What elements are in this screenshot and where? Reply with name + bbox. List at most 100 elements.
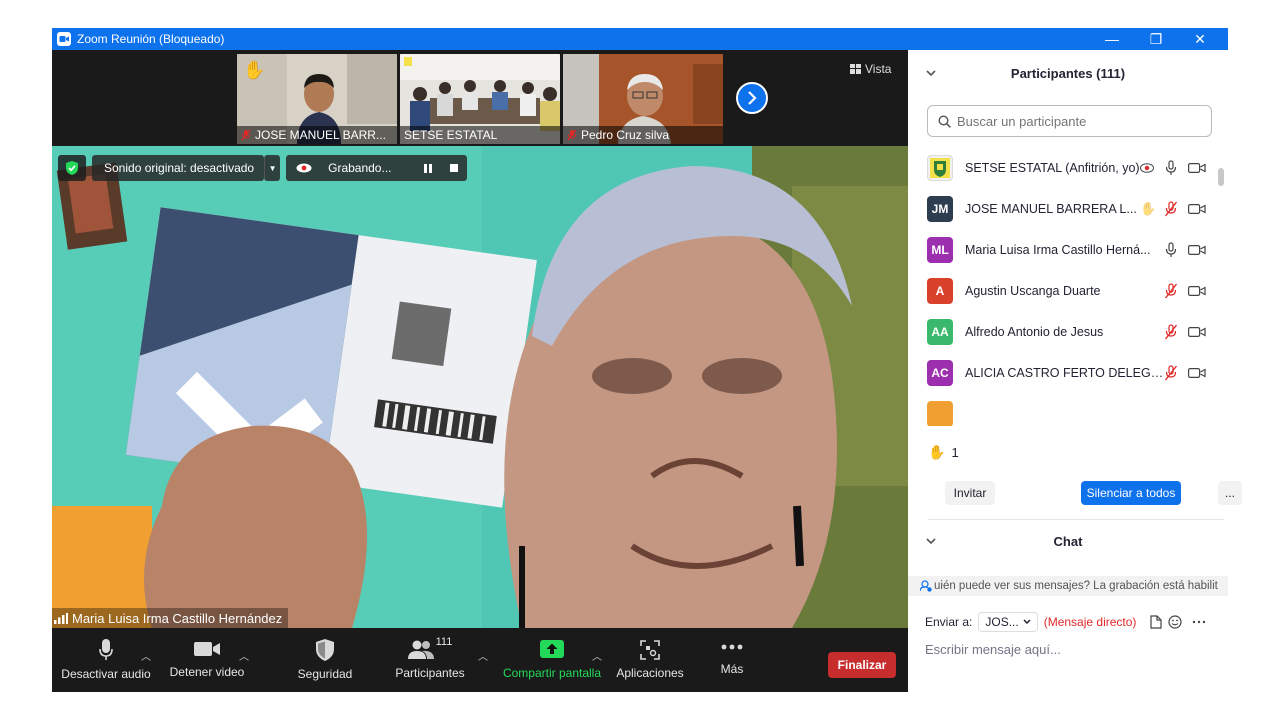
security-button[interactable]: Seguridad	[290, 628, 360, 692]
thumbnail-strip: ✋ JOSE MANUEL BARR... SETSE ESTATAL Pedr…	[52, 50, 908, 146]
participant-name: Alfredo Antonio de Jesus	[965, 325, 1104, 339]
chevron-down-icon	[926, 70, 936, 77]
mic-muted-icon[interactable]	[1164, 324, 1178, 340]
participant-name: SETSE ESTATAL (Anfitrión, yo)	[965, 161, 1140, 175]
video-camera-icon[interactable]	[1188, 244, 1206, 256]
participants-options-caret[interactable]: ︿	[478, 648, 488, 663]
direct-message-label: (Mensaje directo)	[1043, 615, 1137, 629]
chevron-down-icon	[1023, 619, 1031, 625]
share-screen-label: Compartir pantalla	[502, 666, 602, 680]
mic-muted-icon[interactable]	[1164, 283, 1178, 299]
apps-button[interactable]: Aplicaciones	[614, 628, 686, 692]
pause-recording-button[interactable]	[415, 155, 441, 181]
more-dots-icon	[721, 644, 743, 650]
participant-avatar	[927, 401, 953, 426]
thumbnail-setse-estatal[interactable]: SETSE ESTATAL	[400, 54, 560, 144]
video-camera-icon[interactable]	[1188, 326, 1206, 338]
more-button[interactable]: Más	[706, 628, 758, 692]
participant-avatar	[927, 155, 953, 181]
participant-list-scrollbar[interactable]	[1218, 168, 1224, 428]
chevron-down-icon: ▼	[268, 163, 277, 173]
collapse-participants-button[interactable]	[926, 66, 936, 80]
participants-label: Participantes	[395, 666, 465, 680]
thumbnail-jose-manuel[interactable]: ✋ JOSE MANUEL BARR...	[237, 54, 397, 144]
mic-muted-icon	[241, 129, 251, 141]
participant-row[interactable]: AA Alfredo Antonio de Jesus	[908, 312, 1218, 352]
thumbnail-name: JOSE MANUEL BARR...	[255, 128, 386, 142]
participants-count-badge: 111	[435, 636, 453, 648]
minimize-button[interactable]: —	[1090, 28, 1134, 50]
original-sound-label: Sonido original: desactivado	[104, 161, 255, 175]
video-camera-icon[interactable]	[1188, 367, 1206, 379]
zoom-app-icon	[57, 32, 71, 46]
mic-muted-icon	[567, 129, 577, 141]
close-button[interactable]: ✕	[1178, 28, 1222, 50]
send-to-recipient-select[interactable]: JOS...	[978, 612, 1038, 632]
raised-hands-count: 1	[951, 445, 959, 460]
invite-button[interactable]: Invitar	[945, 481, 995, 505]
microphone-icon[interactable]	[1164, 242, 1178, 258]
participant-search-input[interactable]	[957, 113, 1197, 129]
mute-button[interactable]: Desactivar audio	[60, 628, 152, 692]
recording-icon	[1140, 163, 1154, 173]
encryption-badge[interactable]	[58, 155, 86, 181]
video-camera-icon[interactable]	[1188, 203, 1206, 215]
user-info-icon	[920, 580, 932, 592]
recording-label: Grabando...	[328, 161, 392, 175]
participants-button[interactable]: 111 Participantes	[390, 628, 470, 692]
zoom-window: Zoom Reunión (Bloqueado) — ❐ ✕ ✋ JOSE MA	[52, 28, 1242, 692]
window-title: Zoom Reunión (Bloqueado)	[77, 32, 225, 46]
next-page-button[interactable]	[736, 82, 768, 114]
participant-search-box[interactable]	[927, 105, 1212, 137]
view-button[interactable]: Vista	[850, 62, 891, 76]
video-options-caret[interactable]: ︿	[239, 648, 249, 663]
original-sound-toggle[interactable]: Sonido original: desactivado	[92, 155, 265, 181]
stop-recording-button[interactable]	[441, 155, 467, 181]
thumbnail-pedro-cruz[interactable]: Pedro Cruz silva	[563, 54, 723, 144]
send-to-row: Enviar a: JOS... (Mensaje directo)	[925, 610, 1206, 634]
participants-more-button[interactable]: ...	[1218, 481, 1242, 505]
microphone-icon[interactable]	[1164, 160, 1178, 176]
scrollbar-thumb[interactable]	[1218, 168, 1224, 186]
participant-row[interactable]: A Agustin Uscanga Duarte	[908, 271, 1218, 311]
security-label: Seguridad	[297, 667, 353, 681]
participant-row[interactable]: AC ALICIA CASTRO FERTO DELEGAC...	[908, 353, 1218, 393]
active-speaker-video	[52, 146, 908, 628]
collapse-chat-button[interactable]	[926, 534, 936, 548]
mic-muted-icon[interactable]	[1164, 201, 1178, 217]
participant-row-partial[interactable]	[908, 394, 1218, 426]
participant-row[interactable]: ML Maria Luisa Irma Castillo Herná...	[908, 230, 1218, 270]
stop-video-button[interactable]: Detener video	[164, 628, 250, 692]
video-camera-icon[interactable]	[1188, 285, 1206, 297]
original-sound-dropdown[interactable]: ▼	[264, 155, 281, 181]
mic-muted-icon[interactable]	[1164, 365, 1178, 381]
mute-label: Desactivar audio	[61, 667, 151, 681]
recording-indicator: Grabando...	[286, 155, 468, 181]
end-meeting-button[interactable]: Finalizar	[828, 652, 896, 678]
emoji-icon[interactable]	[1168, 615, 1183, 629]
file-icon[interactable]	[1150, 615, 1163, 629]
mute-all-button[interactable]: Silenciar a todos	[1081, 481, 1181, 505]
participants-header: Participantes (111)	[908, 50, 1228, 96]
participant-avatar: AA	[927, 319, 953, 345]
share-screen-button[interactable]: Compartir pantalla	[500, 628, 604, 692]
speaker-name-label: Maria Luisa Irma Castillo Hernández	[52, 608, 289, 628]
restore-button[interactable]: ❐	[1134, 28, 1178, 50]
raised-hand-icon: ✋	[243, 60, 266, 80]
signal-strength-icon	[54, 612, 68, 624]
participant-list: SETSE ESTATAL (Anfitrión, yo) JM JOSE MANU…	[908, 146, 1218, 426]
video-camera-icon[interactable]	[1188, 162, 1206, 174]
participant-name: ALICIA CASTRO FERTO DELEGAC...	[965, 366, 1165, 380]
participants-icon	[407, 640, 434, 659]
audio-options-caret[interactable]: ︿	[141, 648, 151, 663]
participant-avatar: ML	[927, 237, 953, 263]
title-bar: Zoom Reunión (Bloqueado) — ❐ ✕	[52, 28, 1228, 50]
participant-row[interactable]: JM JOSE MANUEL BARRERA L... ✋	[908, 189, 1218, 229]
participant-row[interactable]: SETSE ESTATAL (Anfitrión, yo)	[908, 148, 1218, 188]
speaker-video-frame	[52, 146, 908, 628]
share-options-caret[interactable]: ︿	[592, 648, 602, 663]
more-options-icon[interactable]	[1192, 620, 1206, 624]
chat-title: Chat	[1053, 533, 1083, 549]
participant-name: Maria Luisa Irma Castillo Herná...	[965, 243, 1151, 257]
chat-message-input[interactable]	[925, 638, 1215, 660]
